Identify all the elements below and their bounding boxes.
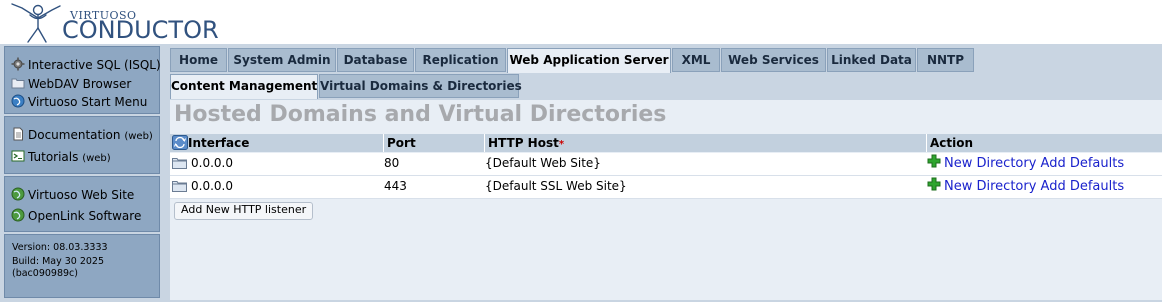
interface-value: 0.0.0.0 xyxy=(191,179,233,193)
new-directory-link[interactable]: New Directory Add Defaults xyxy=(944,156,1124,171)
port-cell: 443 xyxy=(384,179,407,193)
folder-icon xyxy=(172,181,187,192)
folder-icon xyxy=(11,78,25,89)
column-http-host: HTTP Host* xyxy=(484,134,926,152)
globe-icon xyxy=(11,208,25,222)
new-directory-link[interactable]: New Directory Add Defaults xyxy=(944,179,1124,194)
build-line: Build: May 30 2025 xyxy=(12,256,105,267)
table-row: 0.0.0.0 80 {Default Web Site} New Direct… xyxy=(170,153,1162,176)
tab-web-application-server[interactable]: Web Application Server xyxy=(507,48,671,73)
build-hash-line: (bac090989c) xyxy=(12,268,78,279)
conductor-figure-icon xyxy=(11,3,61,43)
gear-icon xyxy=(11,57,25,71)
interface-cell: 0.0.0.0 xyxy=(172,153,233,175)
column-action: Action xyxy=(926,134,1162,152)
tab-home[interactable]: Home xyxy=(170,48,227,72)
nav-link-isql[interactable]: Interactive SQL (ISQL) xyxy=(11,57,161,72)
subtab-virtual-domains[interactable]: Virtual Domains & Directories xyxy=(319,74,522,98)
nav-link-label: WebDAV Browser xyxy=(28,77,132,91)
table-row: 0.0.0.0 443 {Default SSL Web Site} New D… xyxy=(170,176,1162,199)
brand-main: CONDUCTOR xyxy=(62,16,219,44)
required-mark: * xyxy=(558,139,565,150)
page-title: Hosted Domains and Virtual Directories xyxy=(174,102,667,127)
conductor-logo[interactable]: VIRTUOSO CONDUCTOR xyxy=(8,2,219,44)
nav-link-virtuoso-site[interactable]: Virtuoso Web Site xyxy=(11,187,134,202)
content-area: Hosted Domains and Virtual Directories I… xyxy=(170,100,1162,300)
nav-link-label: Virtuoso Start Menu xyxy=(28,95,148,109)
left-sidebar: Interactive SQL (ISQL) WebDAV Browser Vi… xyxy=(0,44,166,302)
action-cell: New Directory Add Defaults xyxy=(927,153,1124,175)
interface-cell: 0.0.0.0 xyxy=(172,176,233,198)
version-line: Version: 08.03.3333 xyxy=(12,242,108,253)
nav-group-websites: Virtuoso Web Site OpenLink Software xyxy=(4,176,160,232)
plus-icon xyxy=(927,177,941,191)
nav-link-openlink[interactable]: OpenLink Software xyxy=(11,208,141,223)
nav-group-tools: Interactive SQL (ISQL) WebDAV Browser Vi… xyxy=(4,46,161,114)
nav-link-documentation[interactable]: Documentation (web) xyxy=(11,127,153,142)
tab-nntp[interactable]: NNTP xyxy=(917,48,974,72)
nav-link-label: Documentation xyxy=(28,128,121,142)
tab-linked-data[interactable]: Linked Data xyxy=(827,48,916,72)
column-port: Port xyxy=(383,134,484,152)
table-header: Interface Port HTTP Host* Action xyxy=(170,134,1162,152)
column-label: Interface xyxy=(188,136,250,150)
app-header: VIRTUOSO CONDUCTOR xyxy=(0,0,1162,44)
folder-icon xyxy=(172,158,187,169)
add-http-listener-button[interactable]: Add New HTTP listener xyxy=(174,202,314,220)
host-cell: {Default Web Site} xyxy=(485,156,601,170)
tab-xml[interactable]: XML xyxy=(672,48,720,72)
refresh-icon[interactable] xyxy=(172,135,188,150)
globe-icon xyxy=(11,187,25,201)
nav-group-docs: Documentation (web) Tutorials (web) xyxy=(4,116,160,174)
web-suffix: (web) xyxy=(82,153,111,164)
subtab-content-management[interactable]: Content Management xyxy=(170,74,318,99)
interface-value: 0.0.0.0 xyxy=(191,156,233,170)
terminal-icon xyxy=(11,150,25,162)
tab-system-admin[interactable]: System Admin xyxy=(228,48,336,72)
column-label: HTTP Host xyxy=(488,136,559,150)
plus-icon xyxy=(927,154,941,168)
nav-link-label: OpenLink Software xyxy=(28,209,142,223)
nav-link-label: Tutorials xyxy=(28,150,79,164)
document-icon xyxy=(13,127,23,141)
nav-link-tutorials[interactable]: Tutorials (web) xyxy=(11,149,111,164)
web-suffix: (web) xyxy=(124,131,153,142)
port-cell: 80 xyxy=(384,156,400,170)
main-panel: Home System Admin Database Replication W… xyxy=(166,44,1162,302)
tab-database[interactable]: Database xyxy=(337,48,414,72)
nav-link-webdav[interactable]: WebDAV Browser xyxy=(11,76,131,91)
column-interface: Interface xyxy=(170,134,383,152)
tab-web-services[interactable]: Web Services xyxy=(721,48,826,72)
globe-icon xyxy=(11,94,25,108)
action-cell: New Directory Add Defaults xyxy=(927,176,1124,198)
nav-link-label: Virtuoso Web Site xyxy=(28,188,135,202)
host-cell: {Default SSL Web Site} xyxy=(485,179,627,193)
tab-replication[interactable]: Replication xyxy=(415,48,506,72)
nav-link-start-menu[interactable]: Virtuoso Start Menu xyxy=(11,94,147,109)
version-info: Version: 08.03.3333 Build: May 30 2025 (… xyxy=(4,234,160,298)
nav-link-label: Interactive SQL (ISQL) xyxy=(28,58,161,72)
